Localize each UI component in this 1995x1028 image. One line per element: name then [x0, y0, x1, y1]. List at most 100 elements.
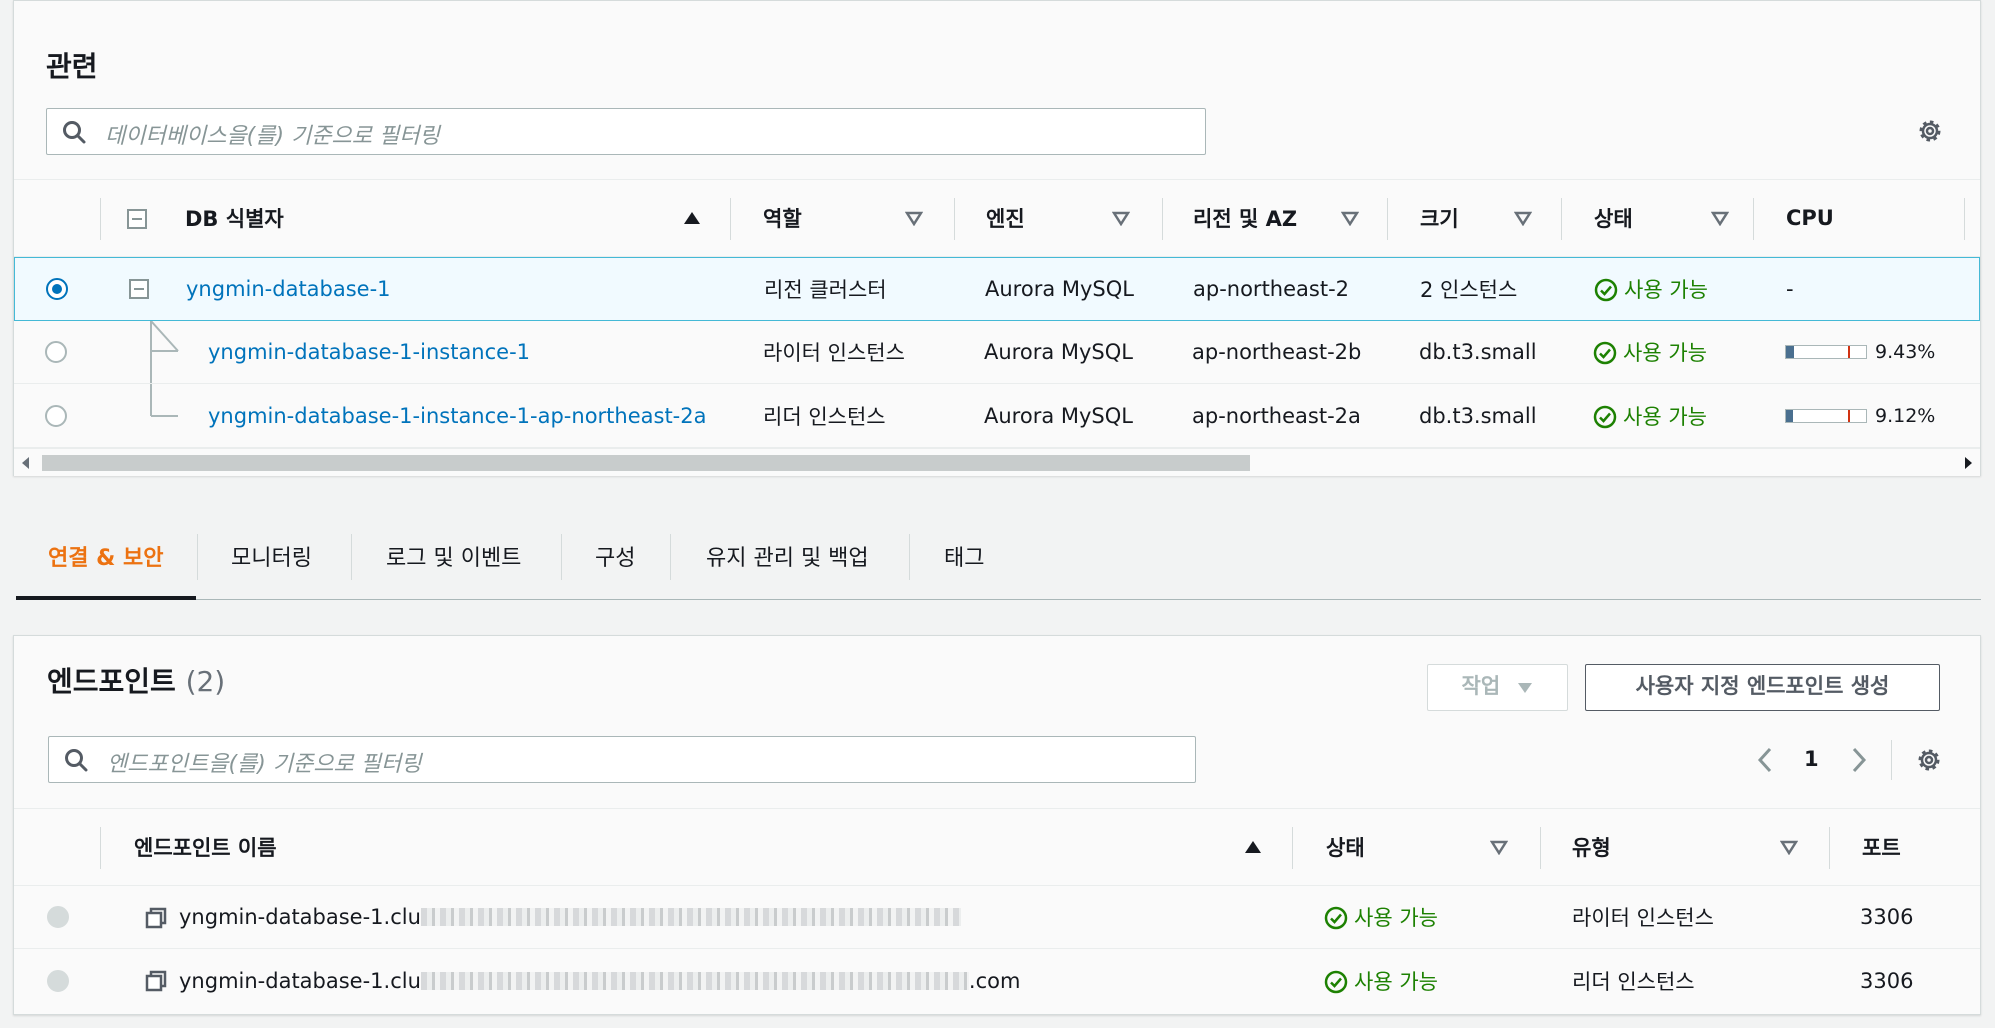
status-text: 사용 가능: [1624, 278, 1708, 302]
redacted-hostname: [420, 972, 969, 990]
status-text: 사용 가능: [1354, 906, 1438, 930]
cpu-cell: 9.12%: [1785, 405, 1935, 427]
tab-configuration[interactable]: 구성: [595, 540, 635, 572]
db-identifier-link[interactable]: yngmin-database-1-instance-1-ap-northeas…: [208, 404, 706, 428]
sort-icon[interactable]: [905, 210, 923, 226]
db-identifier-link[interactable]: yngmin-database-1: [186, 277, 391, 301]
col-endpoint-name[interactable]: 엔드포인트 이름: [134, 832, 277, 862]
previous-page-icon[interactable]: [1756, 746, 1774, 774]
sort-icon[interactable]: [1711, 210, 1729, 226]
related-table-header: DB 식별자 역할 엔진 리전 및 AZ 크기 상태 CPU: [14, 179, 1980, 257]
region-cell: ap-northeast-2b: [1192, 340, 1362, 364]
table-row[interactable]: yngmin-database-1-instance-1-ap-northeas…: [14, 384, 1980, 448]
status-cell: 사용 가능: [1594, 274, 1708, 304]
engine-cell: Aurora MySQL: [985, 277, 1134, 301]
col-region-az[interactable]: 리전 및 AZ: [1193, 203, 1297, 233]
sort-icon[interactable]: [1514, 210, 1532, 226]
cpu-utilization-bar: [1785, 345, 1867, 359]
collapse-all-icon[interactable]: [127, 209, 147, 229]
endpoint-filter-input[interactable]: 엔드포인트을(를) 기준으로 필터링: [48, 736, 1196, 783]
sort-ascending-icon[interactable]: [683, 210, 701, 226]
related-title: 관련: [46, 50, 98, 83]
copy-icon[interactable]: [144, 906, 168, 930]
sort-icon[interactable]: [1780, 839, 1798, 855]
scroll-left-icon[interactable]: [20, 456, 32, 470]
col-db-identifier[interactable]: DB 식별자: [185, 203, 284, 233]
col-status[interactable]: 상태: [1594, 203, 1633, 233]
current-page[interactable]: 1: [1804, 747, 1819, 771]
size-cell: 2 인스턴스: [1420, 278, 1518, 302]
sort-icon[interactable]: [1112, 210, 1130, 226]
sort-ascending-icon[interactable]: [1244, 839, 1262, 855]
scrollbar-thumb[interactable]: [42, 455, 1250, 471]
row-radio[interactable]: [45, 404, 67, 427]
cpu-cell: -: [1786, 277, 1794, 301]
row-radio[interactable]: [45, 341, 67, 363]
detail-tabs: 연결 & 보안 모니터링 로그 및 이벤트 구성 유지 관리 및 백업 태그: [16, 520, 1981, 600]
sort-icon[interactable]: [1341, 210, 1359, 226]
table-row[interactable]: yngmin-database-1.clu .com 사용 가능 리더 인스턴스 …: [14, 949, 1980, 1013]
engine-cell: Aurora MySQL: [984, 403, 1133, 428]
scroll-right-icon[interactable]: [1962, 456, 1974, 470]
row-radio[interactable]: [46, 278, 68, 300]
endpoints-count: (2): [185, 665, 226, 698]
status-cell: 사용 가능: [1324, 902, 1438, 932]
col-size[interactable]: 크기: [1420, 203, 1459, 233]
size-cell: db.t3.small: [1419, 340, 1537, 364]
copy-icon[interactable]: [144, 969, 168, 993]
tab-maintenance-backup[interactable]: 유지 관리 및 백업: [706, 540, 869, 572]
status-cell: 사용 가능: [1593, 337, 1707, 367]
col-endpoint-status[interactable]: 상태: [1326, 832, 1365, 862]
region-cell: ap-northeast-2: [1193, 277, 1350, 301]
size-cell: db.t3.small: [1419, 403, 1537, 428]
horizontal-scrollbar[interactable]: [14, 448, 1980, 476]
endpoint-name-text: yngmin-database-1.clu: [179, 969, 421, 993]
cpu-threshold-mark: [1848, 409, 1850, 422]
tab-monitoring[interactable]: 모니터링: [231, 540, 312, 572]
endpoints-title: 엔드포인트 (2): [47, 660, 225, 700]
col-endpoint-port[interactable]: 포트: [1862, 832, 1901, 862]
col-endpoint-type[interactable]: 유형: [1572, 832, 1611, 862]
db-identifier-link[interactable]: yngmin-database-1-instance-1: [208, 340, 530, 364]
port-cell: 3306: [1860, 969, 1914, 993]
tab-connectivity-security[interactable]: 연결 & 보안: [48, 540, 163, 572]
active-tab-indicator: [16, 596, 196, 600]
cpu-cell: 9.43%: [1785, 341, 1935, 363]
status-cell: 사용 가능: [1593, 401, 1707, 431]
role-cell: 리전 클러스터: [764, 278, 887, 302]
actions-dropdown-button[interactable]: 작업: [1427, 664, 1568, 711]
check-circle-icon: [1593, 405, 1617, 428]
sort-icon[interactable]: [1490, 839, 1508, 855]
table-row[interactable]: yngmin-database-1 리전 클러스터 Aurora MySQL a…: [14, 257, 1980, 321]
role-cell: 리더 인스턴스: [763, 404, 886, 429]
collapse-row-icon[interactable]: [129, 279, 149, 299]
table-row[interactable]: yngmin-database-1.clu 사용 가능 라이터 인스턴스 330…: [14, 886, 1980, 949]
tab-logs-events[interactable]: 로그 및 이벤트: [386, 540, 521, 572]
row-radio[interactable]: [47, 906, 69, 928]
database-filter-input[interactable]: 데이터베이스을(를) 기준으로 필터링: [46, 108, 1206, 155]
settings-gear-icon[interactable]: [1915, 746, 1943, 774]
endpoints-panel: 엔드포인트 (2) 작업 사용자 지정 엔드포인트 생성 엔드포인트을(를) 기…: [13, 635, 1981, 1015]
cpu-utilization-bar: [1785, 408, 1867, 423]
region-cell: ap-northeast-2a: [1192, 403, 1361, 428]
status-text: 사용 가능: [1354, 970, 1438, 994]
endpoint-name: yngmin-database-1.clu: [179, 905, 961, 929]
actions-label: 작업: [1461, 674, 1501, 698]
type-cell: 리더 인스턴스: [1572, 970, 1695, 994]
row-radio[interactable]: [47, 970, 69, 992]
role-cell: 라이터 인스턴스: [763, 341, 905, 365]
cpu-fill: [1786, 409, 1793, 422]
col-cpu[interactable]: CPU: [1786, 206, 1834, 230]
next-page-icon[interactable]: [1850, 746, 1868, 774]
col-engine[interactable]: 엔진: [986, 203, 1025, 233]
table-row[interactable]: yngmin-database-1-instance-1 라이터 인스턴스 Au…: [14, 321, 1980, 384]
settings-gear-icon[interactable]: [1916, 117, 1944, 145]
related-panel: 관련 데이터베이스을(를) 기준으로 필터링 DB 식별자 역할 엔진 리전 및…: [13, 0, 1981, 476]
caret-down-icon: [1518, 683, 1533, 693]
col-role[interactable]: 역할: [763, 203, 802, 233]
status-text: 사용 가능: [1623, 341, 1707, 365]
port-cell: 3306: [1860, 905, 1914, 929]
cpu-value: 9.43%: [1875, 341, 1936, 363]
create-custom-endpoint-button[interactable]: 사용자 지정 엔드포인트 생성: [1585, 664, 1940, 711]
tab-tags[interactable]: 태그: [944, 540, 984, 572]
